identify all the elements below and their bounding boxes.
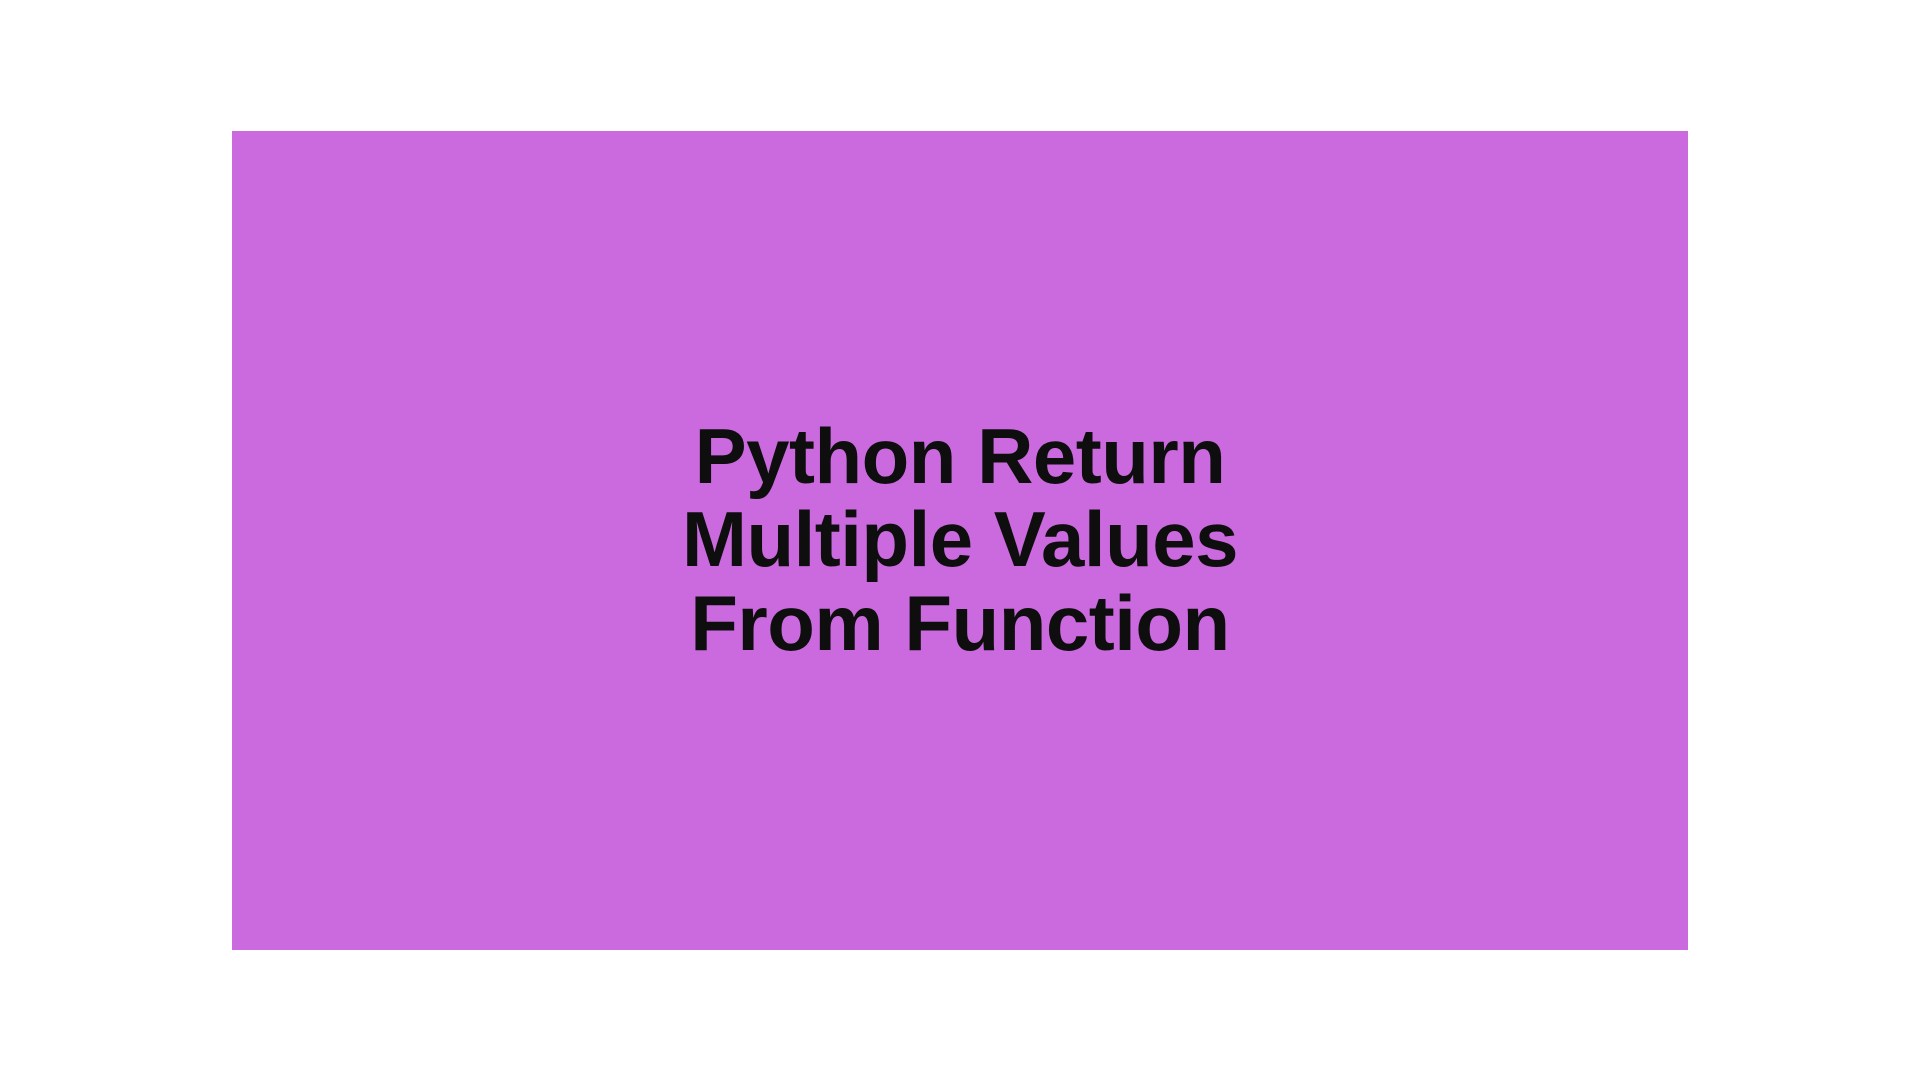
title-line-3: From Function (682, 582, 1238, 665)
title-line-2: Multiple Values (682, 498, 1238, 581)
page-title: Python Return Multiple Values From Funct… (682, 415, 1238, 665)
title-card: Python Return Multiple Values From Funct… (232, 131, 1688, 950)
title-line-1: Python Return (682, 415, 1238, 498)
